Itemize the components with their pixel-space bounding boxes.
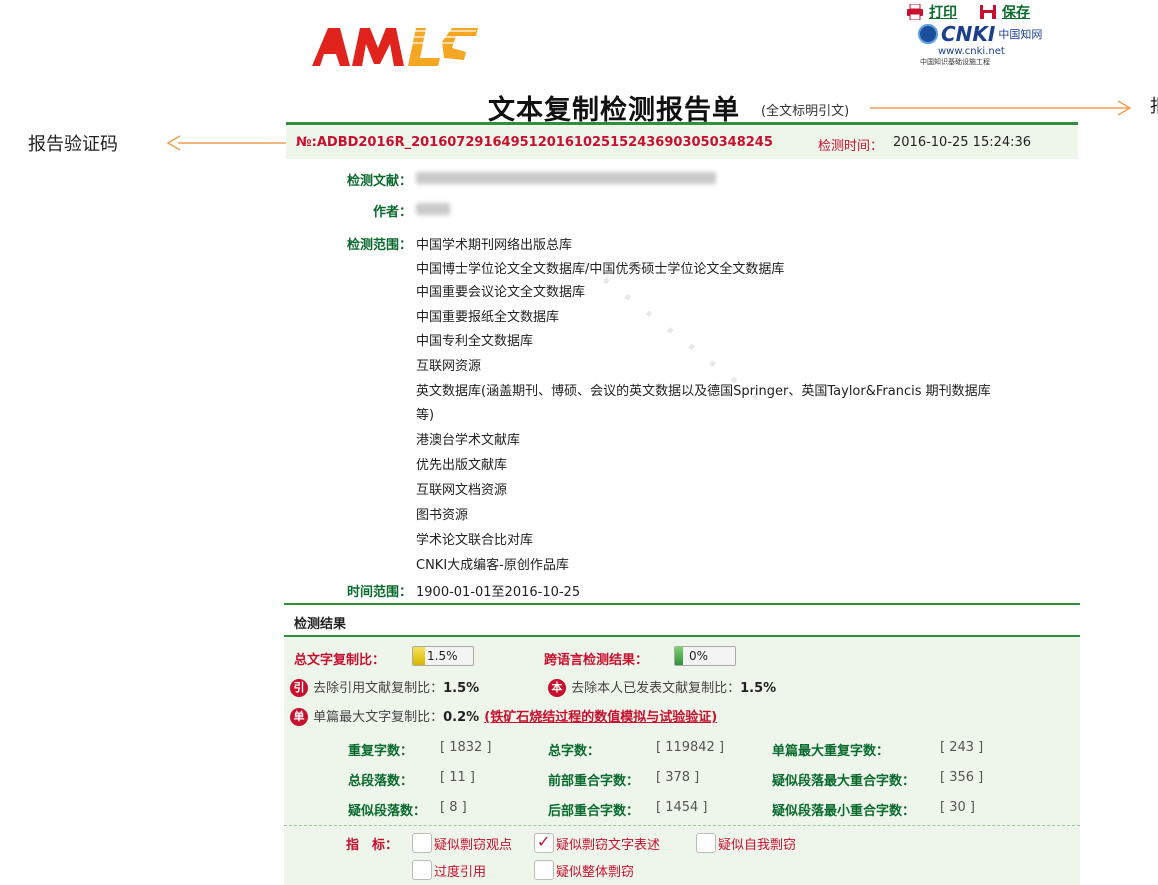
- check-time-label: 检测时间：: [818, 139, 884, 154]
- cross-language-label: 跨语言检测结果：: [544, 653, 649, 668]
- indicator-label: 指 标：: [346, 838, 399, 853]
- indicator-checkbox[interactable]: [412, 860, 432, 880]
- stat-value: [ 1832 ]: [440, 740, 492, 755]
- stat-label: 前部重合字数：: [548, 774, 640, 789]
- total-ratio-bar: 1.5%: [412, 646, 474, 666]
- stat-label: 疑似段落最大重合字数：: [772, 774, 916, 789]
- stat-value: [ 378 ]: [656, 770, 700, 785]
- results-title: 检测结果: [294, 617, 347, 632]
- stat-label: 后部重合字数：: [548, 804, 640, 819]
- indicator-checkbox[interactable]: [412, 833, 432, 853]
- annotation-right: 报: [1150, 92, 1158, 118]
- scope-item: 图书资源: [416, 508, 469, 523]
- stat-value: [ 11 ]: [440, 770, 475, 785]
- document-title-redacted: [416, 170, 716, 185]
- time-range-label: 时间范围：: [346, 585, 412, 600]
- indicator-label-text: 疑似剽窃观点: [434, 838, 513, 853]
- max-single-row: 单 单篇最大文字复制比：0.2% (铁矿石烧结过程的数值模拟与试验验证): [290, 706, 717, 726]
- stat-value: [ 243 ]: [940, 740, 984, 755]
- stat-label: 总字数：: [548, 744, 601, 759]
- cross-language-fill: [675, 647, 683, 665]
- stat-value: [ 119842 ]: [656, 740, 725, 755]
- scope-item: 学术论文联合比对库: [416, 533, 534, 548]
- self-publication-icon: 本: [548, 678, 566, 697]
- report-id-number: №:ADBD2016R_2016072916495120161025152436…: [296, 135, 773, 150]
- annotation-verification-code: 报告验证码: [28, 134, 118, 155]
- scope-item: 港澳台学术文献库: [416, 433, 521, 448]
- single-document-icon: 单: [290, 707, 308, 726]
- total-ratio-fill: [413, 647, 425, 665]
- scope-item: 中国博士学位论文全文数据库/中国优秀硕士学位论文全文数据库: [416, 262, 785, 277]
- scope-label: 检测范围：: [346, 238, 412, 253]
- total-ratio-label: 总文字复制比：: [294, 653, 386, 668]
- indicator-label-text: 过度引用: [434, 865, 487, 880]
- indicator-label-text: 疑似剽窃文字表述: [556, 838, 661, 853]
- results-header: [284, 605, 1080, 637]
- time-range-value: 1900-01-01至2016-10-25: [416, 585, 581, 600]
- stat-label: 总段落数：: [348, 774, 414, 789]
- indicator-label-text: 疑似整体剽窃: [556, 865, 635, 880]
- stat-label: 重复字数：: [348, 744, 414, 759]
- indicator-label-text: 疑似自我剽窃: [718, 838, 797, 853]
- scope-item: 中国重要会议论文全文数据库: [416, 285, 586, 300]
- scope-item: 互联网文档资源: [416, 483, 508, 498]
- scope-item: 优先出版文献库: [416, 458, 508, 473]
- author-label: 作者：: [372, 205, 412, 220]
- indicator-checkbox[interactable]: [696, 833, 716, 853]
- scope-item: 中国学术期刊网络出版总库: [416, 238, 573, 253]
- scope-item: 中国专利全文数据库: [416, 334, 534, 349]
- stat-value: [ 8 ]: [440, 800, 467, 815]
- indicator-checkbox[interactable]: [534, 860, 554, 880]
- stat-label: 疑似段落数：: [348, 804, 427, 819]
- stat-value: [ 356 ]: [940, 770, 984, 785]
- stat-value: [ 1454 ]: [656, 800, 708, 815]
- scope-item: 等): [416, 408, 435, 423]
- exclude-reference-row: 引 去除引用文献复制比：1.5%: [290, 677, 479, 697]
- scope-item: 英文数据库(涵盖期刊、博硕、会议的英文数据以及德国Springer、英国Tayl…: [416, 384, 991, 399]
- reference-icon: 引: [290, 678, 308, 697]
- stat-label: 疑似段落最小重合字数：: [772, 804, 916, 819]
- exclude-self-row: 本 去除本人已发表文献复制比：1.5%: [548, 677, 776, 697]
- scope-item: 中国重要报纸全文数据库: [416, 310, 560, 325]
- check-time-value: 2016-10-25 15:24:36: [893, 135, 1032, 150]
- stat-label: 单篇最大重复字数：: [772, 744, 890, 759]
- stat-value: [ 30 ]: [940, 800, 975, 815]
- divider: [284, 825, 1080, 826]
- author-name-redacted: [416, 201, 450, 216]
- indicator-checkbox[interactable]: [534, 832, 554, 853]
- scope-item: CNKI大成编客-原创作品库: [416, 558, 569, 573]
- scope-item: 互联网资源: [416, 359, 482, 374]
- max-single-source-link[interactable]: (铁矿石烧结过程的数值模拟与试验验证): [484, 710, 717, 725]
- document-label: 检测文献：: [346, 174, 412, 189]
- cross-language-bar: 0%: [674, 646, 736, 666]
- report-top-border: [286, 122, 1078, 125]
